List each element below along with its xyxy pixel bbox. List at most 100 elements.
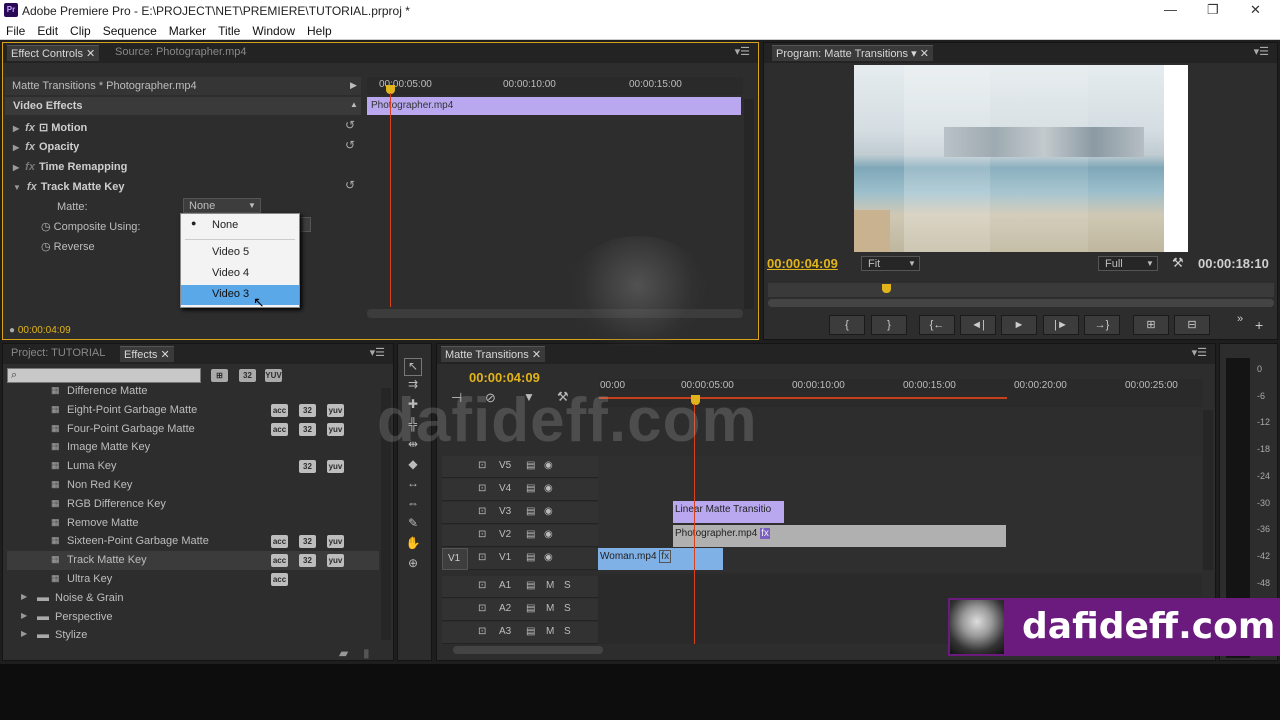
program-zoom-scrollbar[interactable] [768, 299, 1274, 307]
track-header-a2[interactable]: ⊡ A2 ▤ M S [442, 599, 598, 621]
zoom-tool-icon[interactable]: ⊕ [404, 556, 422, 574]
slide-tool-icon[interactable]: ⇔ [404, 496, 422, 514]
list-item[interactable]: ▦ Four-Point Garbage Matte acc 32 yuv [7, 420, 379, 439]
folder-item[interactable]: ▶ ▬ Perspective [7, 608, 379, 627]
timeline-vertical-scrollbar[interactable] [1203, 410, 1213, 570]
timeline-horizontal-scrollbar[interactable] [453, 646, 603, 654]
expand-triangle-icon[interactable]: ▶ [21, 592, 27, 601]
close-tab-icon[interactable]: ✕ [532, 349, 541, 361]
zoom-fit-select[interactable]: Fit ▼ [861, 256, 920, 271]
panel-menu-icon[interactable]: ▾☰ [735, 45, 750, 58]
lock-icon[interactable]: ⊡ [478, 529, 486, 540]
panel-menu-icon[interactable]: ▾☰ [370, 346, 385, 359]
fx-icon[interactable]: fx [25, 122, 35, 134]
list-item[interactable]: ▦ Luma Key 32 yuv [7, 457, 379, 476]
solo-button[interactable]: S [564, 626, 571, 637]
go-to-out-button[interactable]: →} [1084, 315, 1120, 335]
list-item[interactable]: ▦ Remove Matte [7, 514, 379, 533]
panel-menu-icon[interactable]: ▾☰ [1254, 45, 1269, 58]
effect-time-remapping[interactable]: ▶ fx Time Remapping [13, 161, 127, 173]
minimize-button[interactable]: — [1164, 2, 1177, 17]
play-clip-icon[interactable]: ▶ [350, 80, 357, 91]
program-video-frame[interactable] [854, 65, 1188, 252]
dropdown-option-video-4[interactable]: Video 4 [181, 264, 299, 284]
expand-triangle-icon[interactable]: ▶ [13, 143, 19, 152]
restore-button[interactable]: ❐ [1207, 2, 1219, 18]
filter-accelerated-button[interactable]: ⊞ [211, 369, 228, 382]
scroll-up-icon[interactable]: ▲ [350, 100, 358, 109]
ec-vertical-scrollbar[interactable] [744, 99, 754, 309]
list-item[interactable]: ▦ Sixteen-Point Garbage Matte acc 32 yuv [7, 532, 379, 551]
eye-icon[interactable]: ◉ [544, 460, 553, 471]
list-item[interactable]: ▦ Difference Matte [7, 382, 379, 401]
composite-select[interactable] [299, 217, 311, 232]
expand-triangle-icon[interactable]: ▶ [13, 124, 19, 133]
reset-icon[interactable]: ↺ [345, 138, 355, 152]
tab-source[interactable]: Source: Photographer.mp4 [115, 46, 246, 58]
filter-yuv-button[interactable]: YUV [265, 369, 282, 382]
source-patch-v1[interactable]: V1 [442, 548, 468, 570]
go-to-in-button[interactable]: {← [919, 315, 955, 335]
close-tab-icon[interactable]: ✕ [920, 48, 929, 60]
menu-edit[interactable]: Edit [31, 22, 64, 38]
play-button[interactable]: ► [1001, 315, 1037, 335]
mark-out-button[interactable]: } [871, 315, 907, 335]
list-item[interactable]: ▦ Track Matte Key acc 32 yuv [7, 551, 379, 571]
effect-opacity[interactable]: ▶ fx Opacity [13, 141, 79, 153]
expand-triangle-icon[interactable]: ▶ [21, 611, 27, 620]
menu-help[interactable]: Help [301, 22, 338, 38]
step-forward-button[interactable]: |► [1043, 315, 1079, 335]
sync-lock-icon[interactable]: ▤ [526, 552, 535, 563]
filter-32bit-button[interactable]: 32 [239, 369, 256, 382]
sync-lock-icon[interactable]: ▤ [526, 626, 535, 637]
timeline-timecode[interactable]: 00:00:04:09 [469, 370, 540, 385]
ec-timecode[interactable]: ● 00:00:04:09 [9, 325, 71, 336]
list-item[interactable]: ▦ Eight-Point Garbage Matte acc 32 yuv [7, 401, 379, 420]
tab-program[interactable]: Program: Matte Transitions ▾ ✕ [772, 45, 933, 61]
hand-tool-icon[interactable]: ✋ [404, 536, 422, 554]
new-bin-icon[interactable]: ▰ [339, 646, 348, 660]
effect-track-matte-key[interactable]: ▼ fx Track Matte Key [13, 181, 124, 193]
expand-triangle-icon[interactable]: ▶ [21, 629, 27, 638]
effects-search-input[interactable]: ⌕ [7, 368, 201, 383]
track-header-v2[interactable]: ⊡ V2 ▤ ◉ [442, 525, 598, 547]
fx-icon[interactable]: fx [25, 141, 35, 153]
dropdown-option-none[interactable]: ● None [181, 216, 299, 236]
eye-icon[interactable]: ◉ [544, 529, 553, 540]
tab-effect-controls[interactable]: Effect Controls ✕ [7, 45, 100, 61]
ec-clip-bar[interactable]: Photographer.mp4 [367, 97, 741, 115]
menu-file[interactable]: File [0, 22, 31, 38]
sync-lock-icon[interactable]: ▤ [526, 483, 535, 494]
lock-icon[interactable]: ⊡ [478, 483, 486, 494]
dropdown-option-video-5[interactable]: Video 5 [181, 243, 299, 263]
extract-button[interactable]: ⊟ [1174, 315, 1210, 335]
reset-icon[interactable]: ↺ [345, 178, 355, 192]
menu-clip[interactable]: Clip [64, 22, 97, 38]
stopwatch-icon[interactable]: ◷ [41, 221, 51, 233]
menu-sequence[interactable]: Sequence [97, 22, 163, 38]
lock-icon[interactable]: ⊡ [478, 626, 486, 637]
close-tab-icon[interactable]: ✕ [86, 48, 95, 60]
razor-tool-icon[interactable]: ◆ [404, 457, 422, 475]
fx-icon[interactable]: fx [27, 181, 37, 193]
lock-icon[interactable]: ⊡ [478, 460, 486, 471]
solo-button[interactable]: S [564, 603, 571, 614]
tab-effects[interactable]: Effects ✕ [120, 346, 174, 362]
lock-icon[interactable]: ⊡ [478, 580, 486, 591]
matte-select[interactable]: None ▼ [183, 198, 261, 213]
selection-tool-icon[interactable]: ↖ [404, 358, 422, 376]
mute-button[interactable]: M [546, 603, 554, 614]
delete-icon[interactable]: ▮ [363, 646, 370, 660]
lift-button[interactable]: ⊞ [1133, 315, 1169, 335]
lock-icon[interactable]: ⊡ [478, 603, 486, 614]
eye-icon[interactable]: ◉ [544, 552, 553, 563]
dropdown-option-video-3[interactable]: Video 3 [181, 285, 299, 305]
clip-linear-matte-transition[interactable]: Linear Matte Transitio [673, 501, 784, 523]
program-current-timecode[interactable]: 00:00:04:09 [767, 256, 838, 271]
sync-lock-icon[interactable]: ▤ [526, 506, 535, 517]
chevron-down-icon[interactable]: ▾ [911, 48, 917, 60]
stopwatch-icon[interactable]: ◷ [41, 241, 51, 253]
clip-woman[interactable]: Woman.mp4 fx [598, 548, 723, 570]
list-item[interactable]: ▦ Non Red Key [7, 476, 379, 495]
mute-button[interactable]: M [546, 626, 554, 637]
